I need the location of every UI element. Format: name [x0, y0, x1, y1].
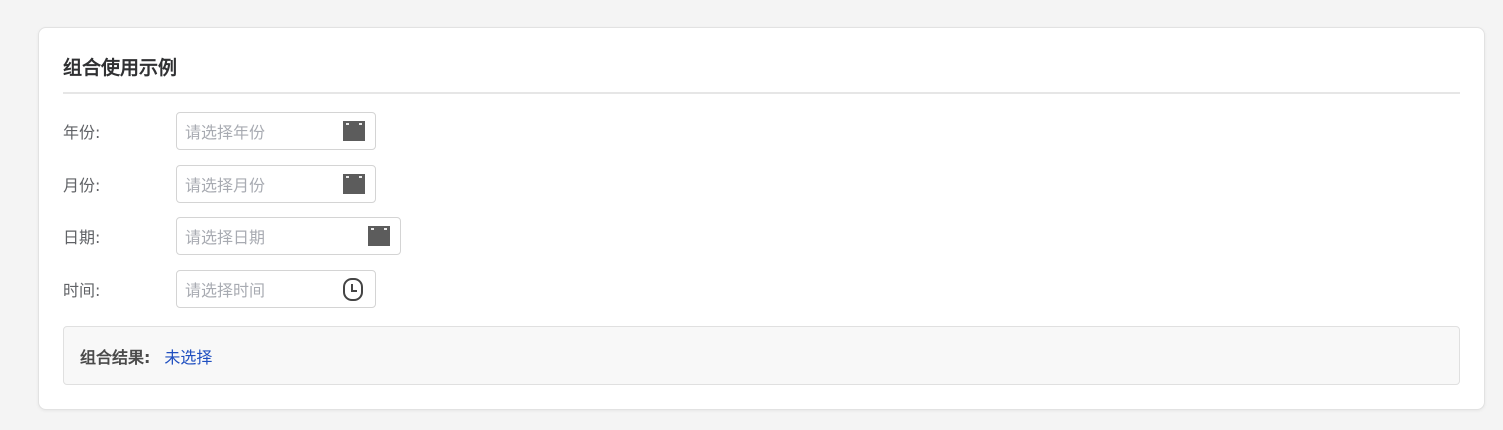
month-row: 月份: 请选择月份 — [63, 165, 376, 203]
calendar-icon — [343, 174, 365, 194]
date-picker[interactable]: 请选择日期 — [176, 217, 401, 255]
clock-icon — [343, 278, 363, 301]
result-value: 未选择 — [164, 347, 213, 367]
month-label: 月份: — [63, 176, 101, 195]
combo-example-card: 组合使用示例 年份: 请选择年份 月份: 请选择月份 日期: 请选择日期 时间:… — [38, 27, 1485, 410]
calendar-icon — [368, 226, 390, 246]
time-placeholder: 请选择时间 — [185, 281, 266, 300]
date-label: 日期: — [63, 228, 101, 247]
year-row: 年份: 请选择年份 — [63, 112, 376, 150]
date-row: 日期: 请选择日期 — [63, 217, 401, 255]
month-picker[interactable]: 请选择月份 — [176, 165, 376, 203]
date-placeholder: 请选择日期 — [185, 228, 266, 247]
time-picker[interactable]: 请选择时间 — [176, 270, 376, 308]
year-picker[interactable]: 请选择年份 — [176, 112, 376, 150]
card-title: 组合使用示例 — [63, 57, 178, 79]
time-row: 时间: 请选择时间 — [63, 270, 376, 308]
title-divider — [63, 92, 1460, 94]
year-placeholder: 请选择年份 — [185, 123, 266, 142]
year-label: 年份: — [63, 123, 101, 142]
result-label: 组合结果: — [80, 347, 151, 367]
calendar-icon — [343, 121, 365, 141]
month-placeholder: 请选择月份 — [185, 176, 266, 195]
combo-result-panel: 组合结果: 未选择 — [63, 326, 1460, 385]
time-label: 时间: — [63, 281, 101, 300]
